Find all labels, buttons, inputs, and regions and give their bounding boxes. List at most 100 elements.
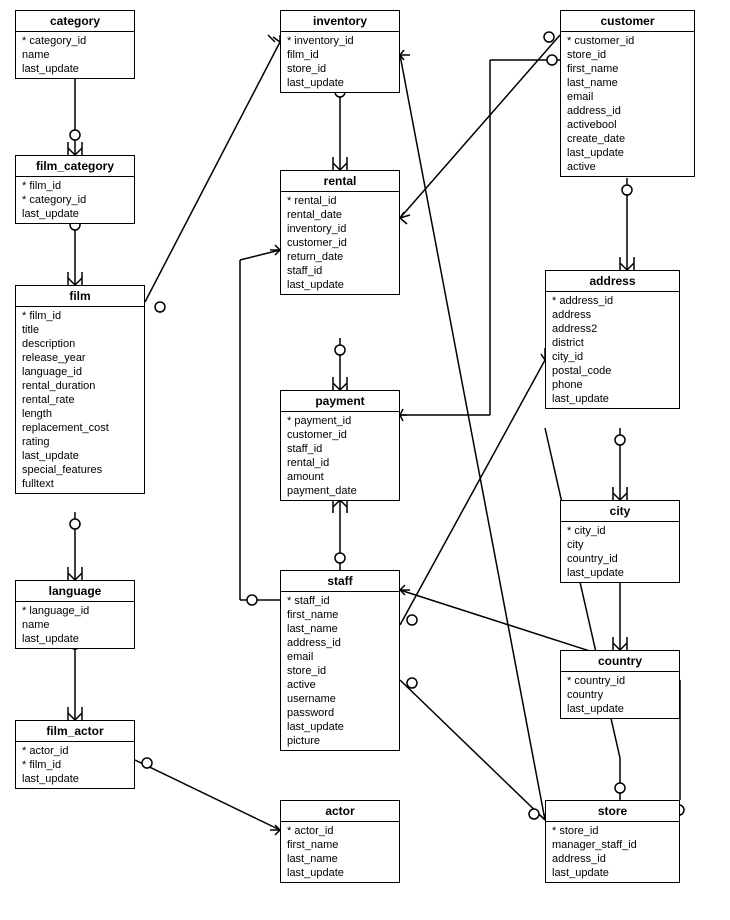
field-staff-2: last_name [287,622,393,636]
field-payment-3: rental_id [287,456,393,470]
field-rental-4: return_date [287,250,393,264]
entity-header-staff: staff [281,571,399,592]
field-customer-4: email [567,90,688,104]
entity-header-city: city [561,501,679,522]
field-city-0: * city_id [567,524,673,538]
entity-film_category: film_category* film_id* category_idlast_… [15,155,135,224]
field-address-0: * address_id [552,294,673,308]
field-customer-0: * customer_id [567,34,688,48]
entity-film: film* film_idtitledescriptionrelease_yea… [15,285,145,494]
field-rental-5: staff_id [287,264,393,278]
field-film-0: * film_id [22,309,138,323]
field-customer-8: last_update [567,146,688,160]
field-address-6: phone [552,378,673,392]
entity-header-store: store [546,801,679,822]
field-language-0: * language_id [22,604,128,618]
entity-country: country* country_idcountrylast_update [560,650,680,719]
entity-body-address: * address_idaddressaddress2districtcity_… [546,292,679,408]
field-payment-5: payment_date [287,484,393,498]
entity-body-film_actor: * actor_id* film_idlast_update [16,742,134,788]
entity-rental: rental* rental_idrental_dateinventory_id… [280,170,400,295]
entity-header-rental: rental [281,171,399,192]
field-film_category-1: * category_id [22,193,128,207]
field-film-5: rental_duration [22,379,138,393]
field-country-2: last_update [567,702,673,716]
entity-body-film: * film_idtitledescriptionrelease_yearlan… [16,307,144,493]
field-staff-4: email [287,650,393,664]
entity-payment: payment* payment_idcustomer_idstaff_idre… [280,390,400,501]
entity-store: store* store_idmanager_staff_idaddress_i… [545,800,680,883]
entity-header-payment: payment [281,391,399,412]
field-customer-7: create_date [567,132,688,146]
entity-category: category* category_idnamelast_update [15,10,135,79]
field-payment-2: staff_id [287,442,393,456]
field-staff-0: * staff_id [287,594,393,608]
field-city-2: country_id [567,552,673,566]
field-country-0: * country_id [567,674,673,688]
field-film-1: title [22,323,138,337]
field-category-1: name [22,48,128,62]
entity-body-city: * city_idcitycountry_idlast_update [561,522,679,582]
entity-body-language: * language_idnamelast_update [16,602,134,648]
field-customer-9: active [567,160,688,174]
field-address-5: postal_code [552,364,673,378]
field-language-1: name [22,618,128,632]
field-inventory-3: last_update [287,76,393,90]
field-film_category-0: * film_id [22,179,128,193]
field-actor-3: last_update [287,866,393,880]
field-staff-9: last_update [287,720,393,734]
field-address-3: district [552,336,673,350]
field-category-0: * category_id [22,34,128,48]
entity-header-film_actor: film_actor [16,721,134,742]
field-staff-10: picture [287,734,393,748]
entity-header-film_category: film_category [16,156,134,177]
field-film-7: length [22,407,138,421]
field-film-4: language_id [22,365,138,379]
entity-city: city* city_idcitycountry_idlast_update [560,500,680,583]
field-store-1: manager_staff_id [552,838,673,852]
field-film_actor-2: last_update [22,772,128,786]
field-film-9: rating [22,435,138,449]
field-film-6: rental_rate [22,393,138,407]
field-staff-8: password [287,706,393,720]
field-rental-6: last_update [287,278,393,292]
entity-body-rental: * rental_idrental_dateinventory_idcustom… [281,192,399,294]
field-address-4: city_id [552,350,673,364]
field-inventory-0: * inventory_id [287,34,393,48]
field-staff-6: active [287,678,393,692]
field-inventory-2: store_id [287,62,393,76]
field-payment-0: * payment_id [287,414,393,428]
field-store-3: last_update [552,866,673,880]
field-city-3: last_update [567,566,673,580]
entity-header-inventory: inventory [281,11,399,32]
entity-film_actor: film_actor* actor_id* film_idlast_update [15,720,135,789]
field-address-1: address [552,308,673,322]
field-rental-0: * rental_id [287,194,393,208]
field-film-10: last_update [22,449,138,463]
field-film_category-2: last_update [22,207,128,221]
field-address-2: address2 [552,322,673,336]
field-actor-0: * actor_id [287,824,393,838]
field-customer-5: address_id [567,104,688,118]
entity-body-actor: * actor_idfirst_namelast_namelast_update [281,822,399,882]
entity-body-film_category: * film_id* category_idlast_update [16,177,134,223]
field-rental-2: inventory_id [287,222,393,236]
field-film-3: release_year [22,351,138,365]
entity-body-customer: * customer_idstore_idfirst_namelast_name… [561,32,694,176]
field-category-2: last_update [22,62,128,76]
entity-actor: actor* actor_idfirst_namelast_namelast_u… [280,800,400,883]
entity-header-country: country [561,651,679,672]
entity-body-staff: * staff_idfirst_namelast_nameaddress_ide… [281,592,399,750]
field-payment-1: customer_id [287,428,393,442]
field-film-12: fulltext [22,477,138,491]
field-address-7: last_update [552,392,673,406]
field-film-2: description [22,337,138,351]
entity-header-actor: actor [281,801,399,822]
entity-header-customer: customer [561,11,694,32]
field-customer-3: last_name [567,76,688,90]
field-customer-1: store_id [567,48,688,62]
entity-body-payment: * payment_idcustomer_idstaff_idrental_id… [281,412,399,500]
field-store-0: * store_id [552,824,673,838]
erd-diagram: category* category_idnamelast_updatefilm… [0,0,730,920]
field-film_actor-0: * actor_id [22,744,128,758]
